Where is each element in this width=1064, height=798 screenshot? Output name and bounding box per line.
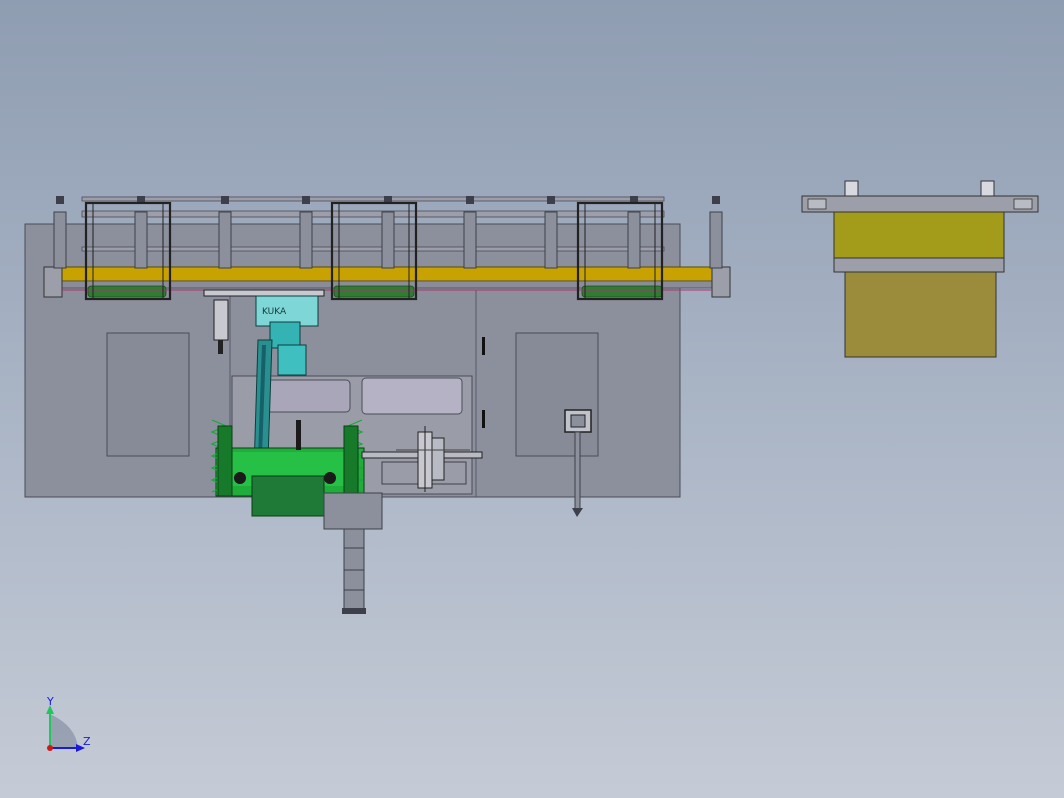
- triad-plane-icon: [50, 714, 78, 748]
- left-access-panel: [106, 332, 190, 457]
- y-axis-label: Y: [46, 696, 54, 708]
- overhead-gantry[interactable]: [43, 196, 731, 301]
- orientation-triad: Y Z: [46, 696, 91, 752]
- cad-model-view[interactable]: KUKA: [0, 0, 1064, 798]
- side-module[interactable]: [801, 180, 1039, 358]
- rotary-pedestal[interactable]: [323, 492, 383, 614]
- z-axis-label: Z: [83, 735, 91, 748]
- cad-viewport[interactable]: KUKA Y Z: [0, 0, 1064, 798]
- origin-icon: [47, 745, 53, 751]
- gantry-beam: [43, 266, 731, 282]
- right-access-panel: [515, 332, 599, 457]
- robot-brand-label: KUKA: [262, 307, 287, 317]
